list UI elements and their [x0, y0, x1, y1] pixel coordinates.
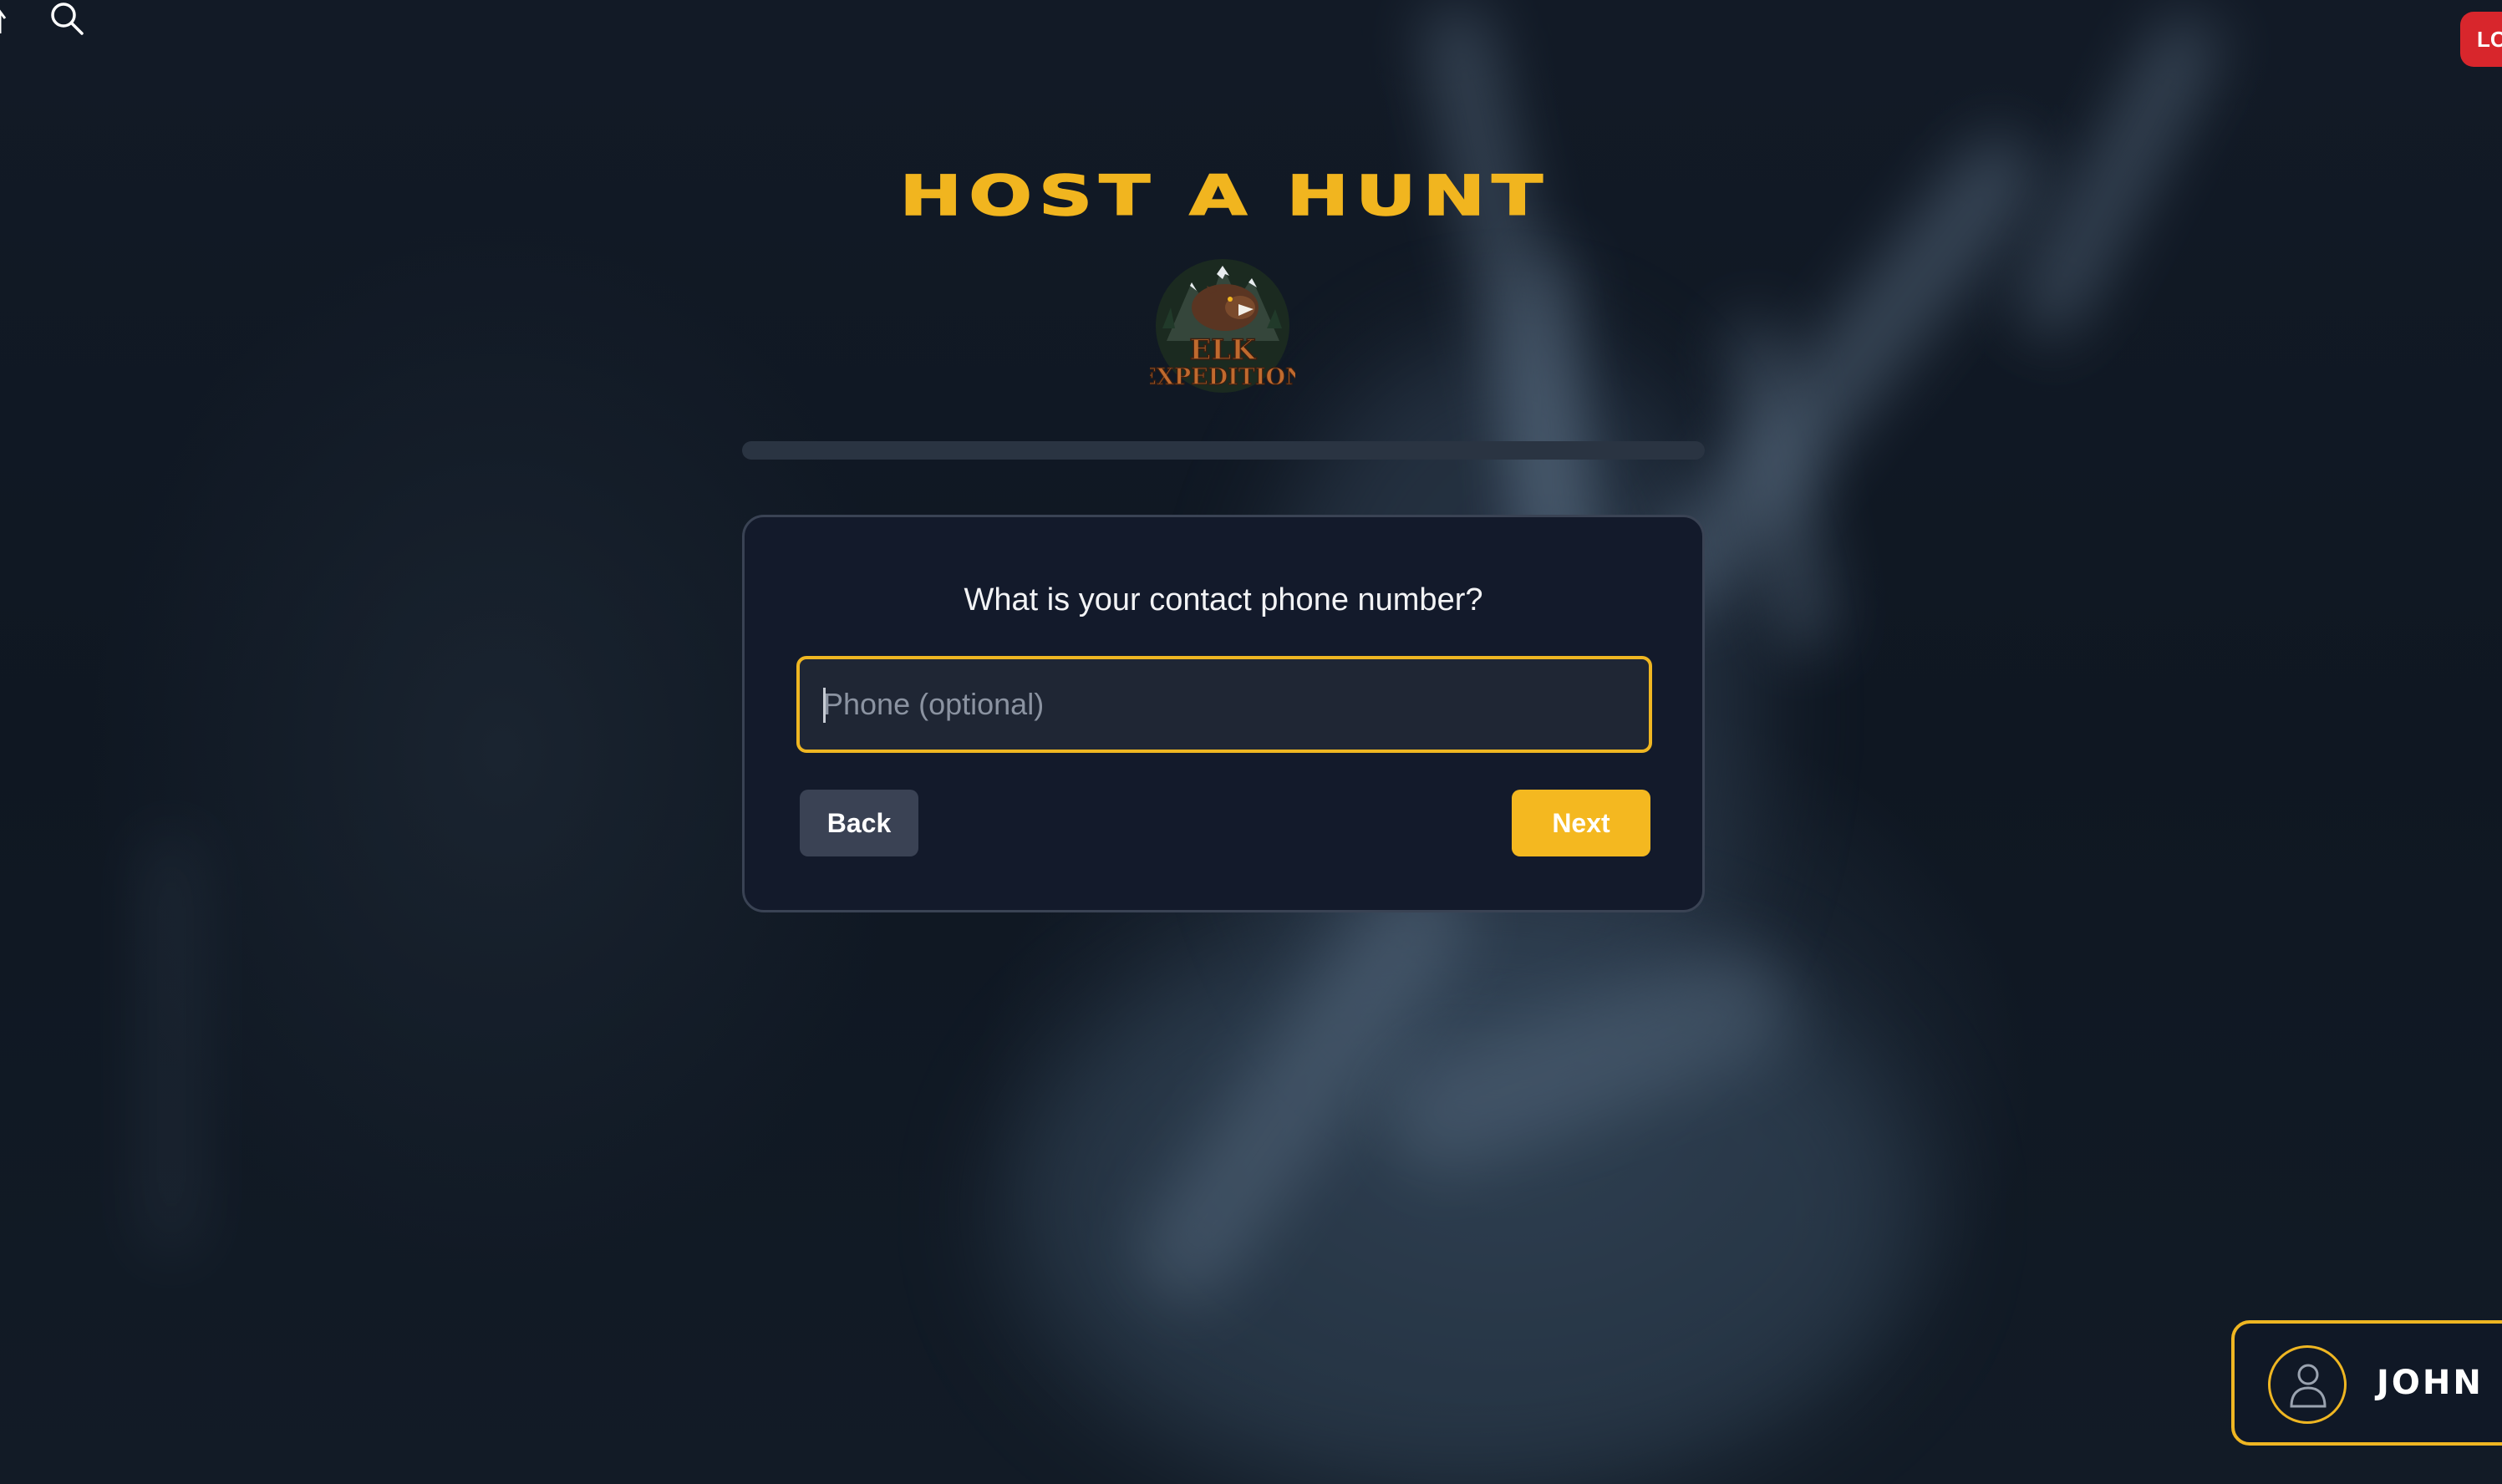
avatar — [2268, 1345, 2347, 1424]
page-title: HOST A HUNT — [899, 163, 1550, 229]
question-text: What is your contact phone number? — [964, 582, 1483, 617]
user-name: JOHN — [2377, 1364, 2484, 1402]
text-caret — [823, 688, 826, 723]
search-icon[interactable] — [48, 0, 85, 37]
svg-text:EXPEDITION: EXPEDITION — [1150, 364, 1295, 390]
svg-text:ELK: ELK — [1189, 333, 1257, 367]
elk-expedition-logo: ELK EXPEDITION — [1150, 259, 1295, 393]
user-icon — [2290, 1364, 2327, 1408]
next-button[interactable]: Next — [1512, 790, 1650, 856]
corner-badge[interactable]: LO — [2460, 12, 2502, 67]
phone-step-card: What is your contact phone number? Back … — [742, 515, 1705, 912]
progress-bar — [742, 441, 1705, 460]
arrow-up-icon[interactable] — [0, 5, 8, 35]
user-profile-chip[interactable]: JOHN — [2231, 1320, 2502, 1446]
back-button[interactable]: Back — [800, 790, 918, 856]
phone-input[interactable] — [796, 656, 1652, 753]
